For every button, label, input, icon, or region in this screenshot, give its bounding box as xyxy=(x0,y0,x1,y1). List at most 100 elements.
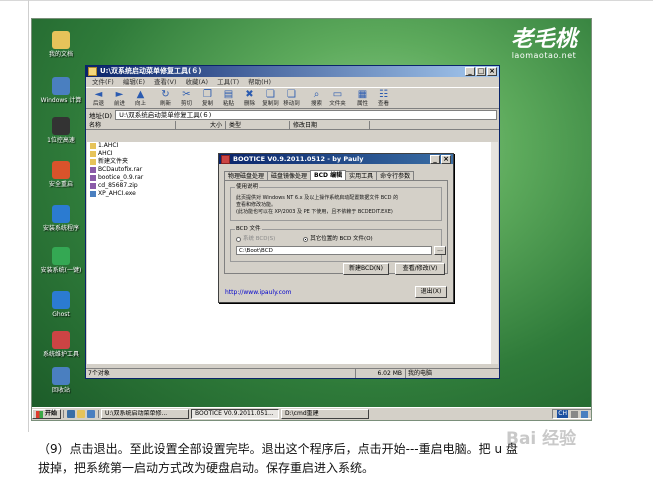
website-link[interactable]: http://www.ipauly.com xyxy=(225,289,292,296)
taskbar-button[interactable]: U:\双系统启动菜单修... xyxy=(101,409,190,419)
usage-text: 此页提供对 Windows NT 6.x 及以上操作系统启动配置数据文件 BCD… xyxy=(236,195,398,216)
toolbar-label: 剪切 xyxy=(180,101,192,107)
dialog-tab[interactable]: 命令行参数 xyxy=(376,171,415,180)
exit-button[interactable]: 退出(X) xyxy=(415,286,447,298)
desktop-icon[interactable]: 安全重启 xyxy=(36,161,86,189)
ghost-icon xyxy=(52,291,70,309)
file-name: BCDautofix.rar xyxy=(98,166,143,173)
toolbar-icon: ✖ xyxy=(245,89,254,100)
desktop-icon[interactable]: 1位控高速 xyxy=(36,117,86,145)
toolbar-button[interactable]: ► 前进 xyxy=(109,88,130,108)
column-header-name[interactable]: 名称 xyxy=(86,121,176,129)
radio-system-bcd[interactable]: 系统 BCD(S) xyxy=(236,236,275,243)
desktop-icon[interactable]: 回收站 xyxy=(36,367,86,395)
toolbar-button[interactable]: ⌕ 搜索 xyxy=(306,88,327,108)
menu-item[interactable]: 工具(T) xyxy=(217,77,239,87)
column-header-size[interactable]: 大小 xyxy=(176,121,226,129)
input-method-indicator[interactable]: CH xyxy=(557,410,568,418)
radio-button-selected xyxy=(303,237,309,242)
toolbar-button[interactable]: ☷ 查看 xyxy=(373,88,394,108)
taskbar-button[interactable]: D:\cmd重建 xyxy=(281,409,370,419)
menu-item[interactable]: 编辑(E) xyxy=(123,77,145,87)
dialog-title: BOOTICE V0.9.2011.0512 - by Pauly xyxy=(233,155,364,163)
toolbar-button[interactable]: ❏ 移动到 xyxy=(281,88,302,108)
radio-other-bcd[interactable]: 其它位置的 BCD 文件(O) xyxy=(303,236,373,243)
desktop-icon[interactable]: 系统维护工具 xyxy=(36,331,86,359)
toolbar-icon: ▤ xyxy=(223,89,234,100)
close-button[interactable]: × xyxy=(487,67,497,76)
caption-line: （9）点击退出。至此设置全部设置完毕。退出这个程序后，点击开始---重启电脑。把… xyxy=(38,442,518,456)
desktop-icon[interactable]: 安装系统(一键) xyxy=(36,247,86,275)
menu-item[interactable]: 文件(F) xyxy=(92,77,114,87)
toolbar-button[interactable]: ✂ 剪切 xyxy=(176,88,197,108)
dialog-tab[interactable]: 实用工具 xyxy=(345,171,378,180)
desktop-icon[interactable]: 我的文档 xyxy=(36,31,86,59)
toolbar-button[interactable]: ❏ 复制到 xyxy=(260,88,281,108)
explorer-toolbar: ◄ 后退 ► 前进 ▲ 向上 ↻ 刷新 ✂ 剪切 ❐ 复制 ▤ 粘贴 ✖ 删除 ❏ 复制到 ❏ 移动到 ⌕ 搜索 ▭ 文件夹 ▦… xyxy=(86,87,499,109)
view-edit-button[interactable]: 查看/修改(V) xyxy=(395,263,445,275)
dialog-tab[interactable]: 物理磁盘处理 xyxy=(224,171,269,180)
file-icon xyxy=(90,159,96,165)
taskbar-button[interactable]: BOOTICE V0.9.2011.051... xyxy=(191,409,280,419)
file-icon xyxy=(90,183,96,189)
toolbar-button[interactable]: ▲ 向上 xyxy=(130,88,151,108)
start-button[interactable]: 开始 xyxy=(32,409,62,419)
desktop-icon[interactable]: 安装系统程序 xyxy=(36,205,86,233)
desktop-icon-label: Windows 计算 xyxy=(40,97,82,104)
quick-launch-icon[interactable] xyxy=(67,410,76,418)
file-list-scrollbar[interactable] xyxy=(490,142,498,364)
toolbar-label: 刷新 xyxy=(159,101,171,107)
toolbar-button[interactable]: ◄ 后退 xyxy=(88,88,109,108)
desktop-icon[interactable]: Windows 计算 xyxy=(36,77,86,105)
toolbar-icon: ▲ xyxy=(136,89,145,100)
system-tray: CH xyxy=(552,409,591,419)
menu-item[interactable]: 帮助(H) xyxy=(248,77,271,87)
bcd-path-input[interactable]: C:\Boot\BCD xyxy=(236,246,432,255)
dialog-tab[interactable]: BCD 编辑 xyxy=(310,170,347,180)
new-bcd-button[interactable]: 新建BCD(N) xyxy=(343,263,389,275)
dialog-tab[interactable]: 磁盘镜像处理 xyxy=(267,171,312,180)
start-label: 开始 xyxy=(45,410,58,417)
toolbar-icon: ✂ xyxy=(182,89,191,100)
maximize-button[interactable]: □ xyxy=(476,67,486,76)
toolbar-button[interactable]: ▦ 属性 xyxy=(352,88,373,108)
file-row[interactable]: 1.AHCI xyxy=(87,142,498,150)
minimize-button[interactable]: _ xyxy=(465,67,475,76)
usage-line: 查看和修改功能。 xyxy=(236,202,277,208)
bcd-file-group: BCD 文件 系统 BCD(S) 其它位置的 BCD 文件(O) C:\Boot… xyxy=(230,226,446,262)
quick-launch-icon[interactable] xyxy=(77,410,86,418)
menu-item[interactable]: 收藏(A) xyxy=(186,77,209,87)
toolbar-button[interactable]: ↻ 刷新 xyxy=(155,88,176,108)
toolbar-button[interactable]: ✖ 删除 xyxy=(239,88,260,108)
dialog-titlebar[interactable]: BOOTICE V0.9.2011.0512 - by Pauly _ × xyxy=(219,154,453,164)
network-icon[interactable] xyxy=(581,410,588,418)
taskbar: 开始 U:\双系统启动菜单修... BOOTICE V0.9.2011.051..… xyxy=(32,407,591,420)
bootice-dialog[interactable]: BOOTICE V0.9.2011.0512 - by Pauly _ × 物理… xyxy=(218,153,454,303)
toolbar-label: 向上 xyxy=(134,101,146,107)
dialog-close-button[interactable]: × xyxy=(441,155,451,164)
address-input[interactable]: U:\双系统启动菜单修复工具(６) xyxy=(115,110,497,120)
browse-button[interactable]: ... xyxy=(434,246,446,255)
dialog-minimize-button[interactable]: _ xyxy=(430,155,440,164)
task-buttons: U:\双系统启动菜单修... BOOTICE V0.9.2011.051... D:… xyxy=(101,409,370,419)
dialog-tabs: 物理磁盘处理 磁盘镜像处理 BCD 编辑 实用工具 命令行参数 xyxy=(224,170,415,180)
toolbar-button[interactable]: ❐ 复制 xyxy=(197,88,218,108)
toolbar-button[interactable]: ▭ 文件夹 xyxy=(327,88,348,108)
menu-item[interactable]: 查看(V) xyxy=(154,77,177,87)
file-name: cd_85687.zip xyxy=(98,182,138,189)
file-icon xyxy=(90,151,96,157)
address-bar: 地址(D) U:\双系统启动菜单修复工具(６) xyxy=(86,109,499,121)
speaker-icon[interactable] xyxy=(571,410,578,418)
document-top-rule xyxy=(0,0,653,1)
column-header-type[interactable]: 类型 xyxy=(226,121,290,129)
explorer-statusbar: 7个对象 6.02 MB 我的电脑 xyxy=(86,368,499,378)
desktop-icon[interactable]: Ghost xyxy=(36,291,86,319)
desktop-icon-label: Ghost xyxy=(52,311,70,318)
quick-launch xyxy=(63,410,100,418)
toolbar-icon: ❏ xyxy=(266,89,275,100)
quick-launch-icon[interactable] xyxy=(87,410,96,418)
column-header-date[interactable]: 修改日期 xyxy=(290,121,370,129)
file-name: XP_AHCI.exe xyxy=(98,190,136,197)
toolbar-button[interactable]: ▤ 粘贴 xyxy=(218,88,239,108)
explorer-titlebar[interactable]: U:\双系统启动菜单修复工具(６) _ □ × xyxy=(86,66,499,77)
